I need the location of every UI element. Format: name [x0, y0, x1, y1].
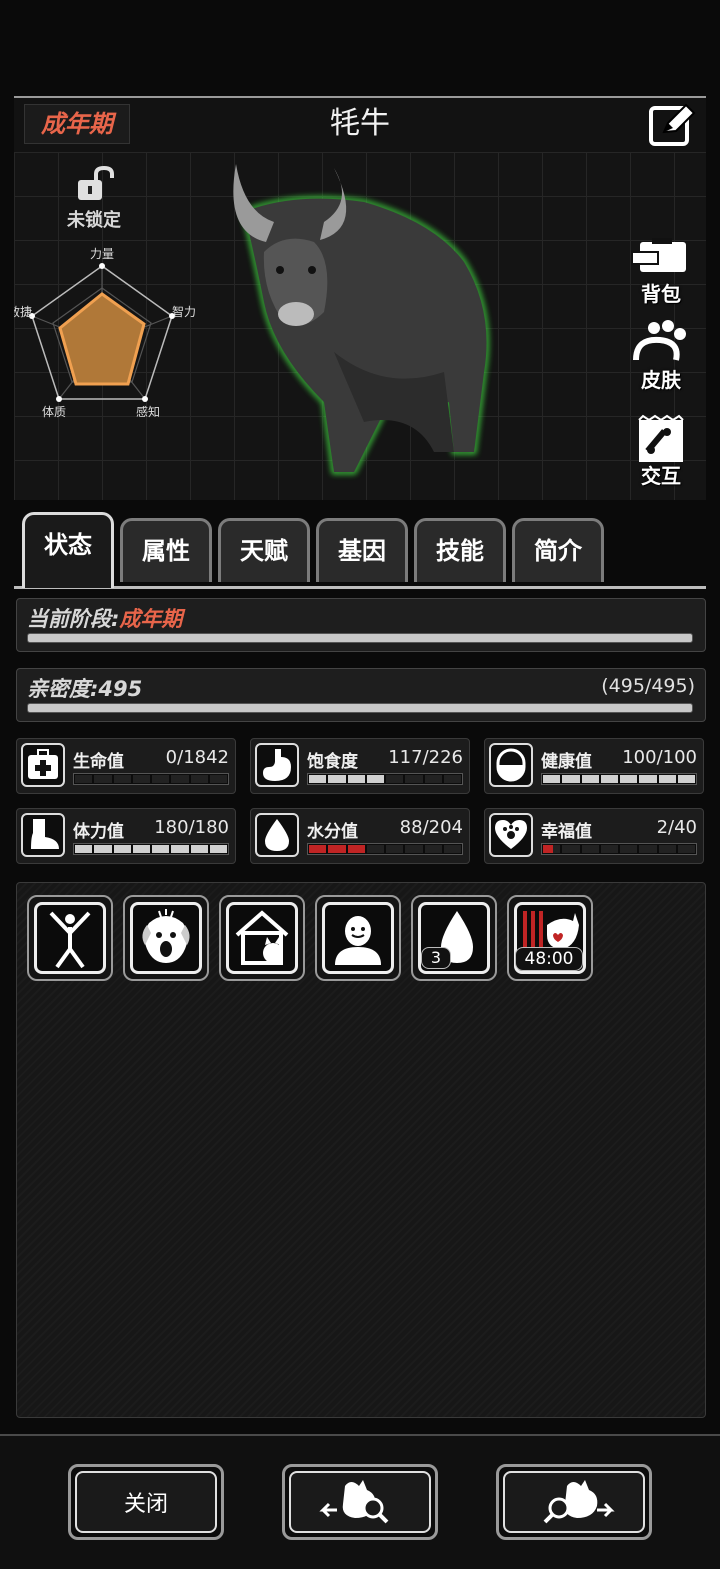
- stat-hp-name: 生命值: [73, 752, 124, 772]
- skin-button[interactable]: 皮肤: [626, 320, 696, 392]
- water-drop-icon: [255, 813, 299, 857]
- stat-happiness-name: 幸福值: [541, 822, 592, 842]
- stat-stamina-value: 180/180: [154, 817, 229, 838]
- backpack-label: 背包: [641, 282, 681, 306]
- intimacy-label-text: 亲密度:: [27, 677, 99, 701]
- stat-happiness-value: 2/40: [656, 817, 697, 838]
- backpack-button[interactable]: 背包: [626, 236, 696, 306]
- stat-happiness: 幸福值 2/40: [484, 808, 704, 864]
- pet-search-right-icon: [543, 1480, 615, 1524]
- interact-button[interactable]: 交互: [626, 414, 696, 488]
- pet-house-icon: [235, 910, 289, 965]
- stage-label-text: 当前阶段:: [27, 607, 120, 631]
- close-button[interactable]: 关闭: [68, 1464, 224, 1540]
- buff-scared-dog[interactable]: [123, 895, 209, 981]
- radar-label-strength: 力量: [90, 247, 114, 261]
- intimacy-label: 亲密度:495: [27, 673, 142, 703]
- edit-icon[interactable]: [648, 102, 696, 148]
- skin-label: 皮肤: [641, 368, 681, 392]
- stat-hp-value: 0/1842: [165, 747, 229, 768]
- attribute-radar-chart: 力量 智力 感知 体质 敏捷: [14, 247, 196, 419]
- foot-icon: [21, 813, 65, 857]
- stat-health-value: 100/100: [622, 747, 697, 768]
- stat-stamina-name: 体力值: [73, 822, 124, 842]
- tab-skills[interactable]: 技能: [414, 518, 506, 582]
- food-bag-icon: [638, 414, 684, 462]
- tab-bar: 状态 属性 天赋 基因 技能 简介: [14, 506, 706, 589]
- tab-profile[interactable]: 简介: [512, 518, 604, 582]
- stat-stamina: 体力值 180/180: [16, 808, 236, 864]
- stat-water: 水分值 88/204: [250, 808, 470, 864]
- radar-label-agility: 敏捷: [14, 304, 32, 319]
- stat-satiety-value: 117/226: [388, 747, 463, 768]
- buff-timer: 48:00: [515, 947, 583, 971]
- buff-calm[interactable]: [315, 895, 401, 981]
- stage-badge: 成年期: [24, 104, 130, 144]
- stat-health: 健康值 100/100: [484, 738, 704, 794]
- buff-pet-house[interactable]: [219, 895, 305, 981]
- close-button-label: 关闭: [75, 1471, 217, 1533]
- tab-attributes[interactable]: 属性: [120, 518, 212, 582]
- stage-progress-bar: [27, 633, 693, 643]
- smiling-person-icon: [335, 916, 381, 965]
- intimacy-ratio: (495/495): [601, 675, 695, 697]
- status-effects-panel: 3 48:00: [16, 882, 706, 1418]
- tab-status[interactable]: 状态: [22, 512, 114, 588]
- next-pet-button[interactable]: [496, 1464, 652, 1540]
- pet-search-left-icon: [319, 1480, 389, 1524]
- animal-portrait-area: 未锁定 力量 智力 感知 体质 敏捷 背包: [14, 152, 706, 500]
- tab-genes[interactable]: 基因: [316, 518, 408, 582]
- scared-dog-icon: [142, 909, 190, 963]
- buff-thirst[interactable]: 3: [411, 895, 497, 981]
- stat-satiety-bar: [307, 773, 463, 785]
- bottom-action-bar: 关闭: [0, 1434, 720, 1569]
- backpack-icon: [631, 238, 686, 272]
- stat-satiety: 饱食度 117/226: [250, 738, 470, 794]
- stat-water-value: 88/204: [399, 817, 463, 838]
- stat-hp-bar: [73, 773, 229, 785]
- stat-water-bar: [307, 843, 463, 855]
- paw-skin-icon: [633, 320, 686, 361]
- stomach-icon: [255, 743, 299, 787]
- intimacy-panel: 亲密度:495 (495/495): [16, 668, 706, 722]
- previous-pet-button[interactable]: [282, 1464, 438, 1540]
- tab-talents[interactable]: 天赋: [218, 518, 310, 582]
- stage-panel-label: 当前阶段:成年期: [27, 603, 182, 633]
- stat-stamina-bar: [73, 843, 229, 855]
- unlock-icon: [78, 165, 114, 200]
- stage-value: 成年期: [119, 607, 183, 631]
- stretch-figure-icon: [49, 911, 91, 969]
- lock-label: 未锁定: [67, 210, 121, 231]
- yak-image: [233, 164, 489, 475]
- stat-health-name: 健康值: [541, 752, 592, 772]
- radar-label-perception: 感知: [136, 404, 160, 419]
- interact-label: 交互: [641, 464, 681, 488]
- buff-affection-timer[interactable]: 48:00: [507, 895, 593, 981]
- stat-happiness-bar: [541, 843, 697, 855]
- stage-panel: 当前阶段:成年期: [16, 598, 706, 652]
- stat-water-name: 水分值: [307, 822, 358, 842]
- intimacy-progress-bar: [27, 703, 693, 713]
- heart-paw-icon: [489, 813, 533, 857]
- buff-exercise[interactable]: [27, 895, 113, 981]
- lock-status[interactable]: 未锁定: [54, 165, 134, 232]
- stat-health-bar: [541, 773, 697, 785]
- buff-thirst-count: 3: [421, 947, 451, 969]
- intimacy-value: 495: [98, 677, 143, 701]
- header-bar: 牦牛 成年期: [14, 96, 706, 154]
- capsule-icon: [489, 743, 533, 787]
- radar-label-constitution: 体质: [42, 405, 66, 419]
- stat-satiety-name: 饱食度: [307, 752, 358, 772]
- stat-hp: 生命值 0/1842: [16, 738, 236, 794]
- first-aid-icon: [21, 743, 65, 787]
- radar-label-intellect: 智力: [172, 304, 196, 319]
